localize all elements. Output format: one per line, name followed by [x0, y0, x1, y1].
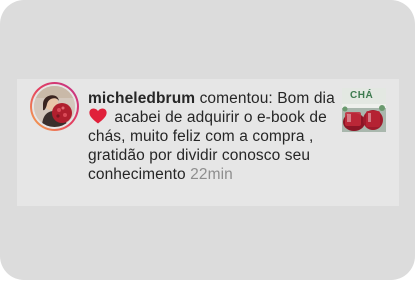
notification-text: micheledbrum comentou: Bom dia acabei de… [88, 89, 338, 184]
red-heart-icon [89, 108, 107, 124]
timestamp: 22min [190, 166, 233, 183]
thumbnail-title: CHÁ [350, 90, 374, 101]
story-ring[interactable] [30, 82, 79, 131]
username-link[interactable]: micheledbrum [88, 90, 195, 107]
avatar[interactable] [34, 86, 75, 127]
comment-action-text: comentou: Bom dia [195, 90, 335, 107]
avatar-photo [34, 86, 75, 127]
post-thumbnail[interactable]: CHÁ [342, 88, 386, 132]
notification-card: micheledbrum comentou: Bom dia acabei de… [0, 0, 415, 280]
comment-notification[interactable]: micheledbrum comentou: Bom dia acabei de… [17, 79, 399, 206]
